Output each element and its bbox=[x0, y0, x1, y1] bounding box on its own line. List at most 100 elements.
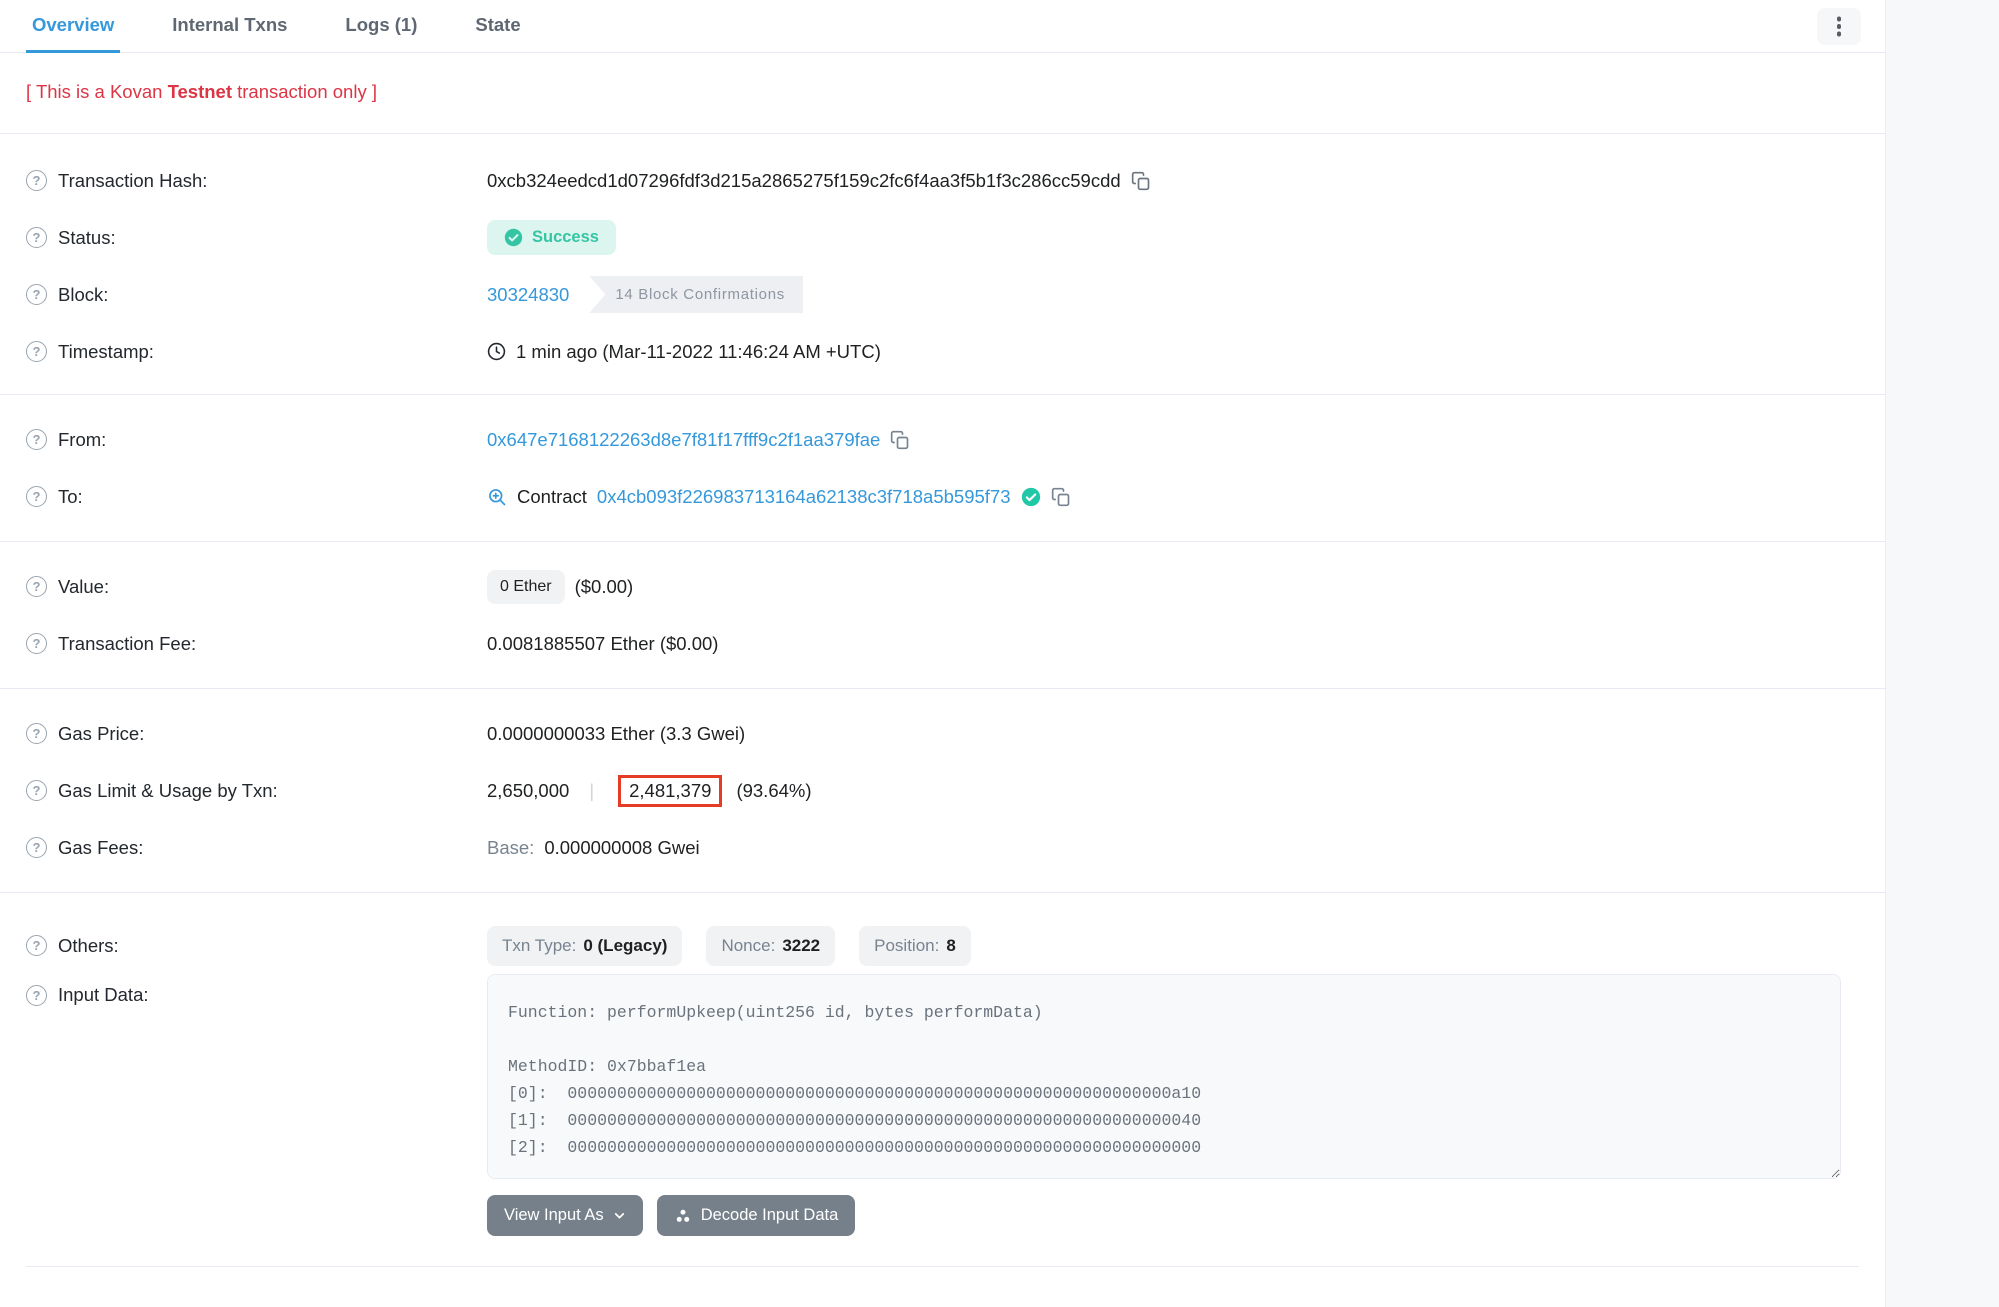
row-others: ? Others: Txn Type: 0 (Legacy) Nonce: 32… bbox=[26, 917, 1859, 974]
gas-limit-value: 2,650,000 bbox=[487, 780, 569, 802]
txn-type-key: Txn Type: bbox=[502, 936, 576, 956]
help-icon[interactable]: ? bbox=[26, 985, 47, 1006]
status-badge: Success bbox=[487, 220, 616, 255]
help-icon[interactable]: ? bbox=[26, 284, 47, 305]
ether-value-badge: 0 Ether bbox=[487, 570, 565, 604]
bottom-divider bbox=[26, 1266, 1859, 1267]
to-contract-word: Contract bbox=[517, 486, 587, 508]
tab-logs[interactable]: Logs (1) bbox=[339, 0, 423, 53]
position-badge: Position: 8 bbox=[859, 926, 971, 966]
check-circle-icon bbox=[504, 228, 523, 247]
copy-to-button[interactable] bbox=[1051, 487, 1071, 507]
gas-limit-label: Gas Limit & Usage by Txn: bbox=[58, 780, 278, 802]
copy-from-button[interactable] bbox=[890, 430, 910, 450]
transaction-hash-label: Transaction Hash: bbox=[58, 170, 207, 192]
testnet-notice: [ This is a Kovan Testnet transaction on… bbox=[0, 53, 1885, 134]
nonce-value: 3222 bbox=[782, 936, 820, 956]
status-value: Success bbox=[532, 228, 599, 247]
row-from: ? From: 0x647e7168122263d8e7f81f17fff9c2… bbox=[26, 411, 1859, 468]
help-icon[interactable]: ? bbox=[26, 486, 47, 507]
timestamp-value: 1 min ago (Mar-11-2022 11:46:24 AM +UTC) bbox=[516, 341, 881, 363]
row-transaction-hash: ? Transaction Hash: 0xcb324eedcd1d07296f… bbox=[26, 152, 1859, 209]
row-timestamp: ? Timestamp: 1 min ago (Mar-11-2022 11:4… bbox=[26, 323, 1859, 380]
txn-type-badge: Txn Type: 0 (Legacy) bbox=[487, 926, 682, 966]
help-icon[interactable]: ? bbox=[26, 576, 47, 597]
row-status: ? Status: Success bbox=[26, 209, 1859, 266]
help-icon[interactable]: ? bbox=[26, 429, 47, 450]
row-gas-fees: ? Gas Fees: Base: 0.000000008 Gwei bbox=[26, 819, 1859, 876]
row-block: ? Block: 30324830 14 Block Confirmations bbox=[26, 266, 1859, 323]
to-label: To: bbox=[58, 486, 83, 508]
timestamp-label: Timestamp: bbox=[58, 341, 154, 363]
from-address-link[interactable]: 0x647e7168122263d8e7f81f17fff9c2f1aa379f… bbox=[487, 429, 880, 451]
block-number-link[interactable]: 30324830 bbox=[487, 284, 569, 306]
decode-input-data-label: Decode Input Data bbox=[701, 1206, 839, 1225]
copy-hash-button[interactable] bbox=[1131, 171, 1151, 191]
gas-used-percent: (93.64%) bbox=[736, 780, 811, 802]
nonce-badge: Nonce: 3222 bbox=[706, 926, 835, 966]
section-summary: ? Transaction Hash: 0xcb324eedcd1d07296f… bbox=[0, 134, 1885, 395]
to-address-link[interactable]: 0x4cb093f226983713164a62138c3f718a5b595f… bbox=[597, 486, 1011, 508]
transaction-fee-label: Transaction Fee: bbox=[58, 633, 196, 655]
tab-bar: Overview Internal Txns Logs (1) State bbox=[0, 0, 1885, 53]
help-icon[interactable]: ? bbox=[26, 341, 47, 362]
more-options-button[interactable] bbox=[1817, 8, 1861, 45]
position-value: 8 bbox=[946, 936, 955, 956]
copy-icon bbox=[1131, 171, 1151, 191]
notice-text-bold: Testnet bbox=[168, 81, 232, 102]
others-label: Others: bbox=[58, 935, 119, 957]
gas-price-value: 0.0000000033 Ether (3.3 Gwei) bbox=[487, 723, 745, 745]
help-icon[interactable]: ? bbox=[26, 723, 47, 744]
tab-overview[interactable]: Overview bbox=[26, 0, 120, 53]
help-icon[interactable]: ? bbox=[26, 837, 47, 858]
tab-state[interactable]: State bbox=[469, 0, 526, 53]
decode-input-data-button[interactable]: Decode Input Data bbox=[657, 1195, 856, 1236]
value-label: Value: bbox=[58, 576, 109, 598]
txn-type-value: 0 (Legacy) bbox=[583, 936, 667, 956]
decode-icon bbox=[674, 1207, 692, 1225]
section-others-input: ? Others: Txn Type: 0 (Legacy) Nonce: 32… bbox=[0, 893, 1885, 1283]
chevron-down-icon bbox=[613, 1209, 626, 1222]
row-input-data: ? Input Data: Function: performUpkeep(ui… bbox=[26, 974, 1859, 1179]
input-data-textarea[interactable]: Function: performUpkeep(uint256 id, byte… bbox=[487, 974, 1841, 1179]
nonce-key: Nonce: bbox=[721, 936, 775, 956]
input-data-actions: View Input As Decode Input Data bbox=[487, 1195, 1859, 1236]
row-transaction-fee: ? Transaction Fee: 0.0081885507 Ether ($… bbox=[26, 615, 1859, 672]
row-gas-price: ? Gas Price: 0.0000000033 Ether (3.3 Gwe… bbox=[26, 705, 1859, 762]
transaction-hash-value: 0xcb324eedcd1d07296fdf3d215a2865275f159c… bbox=[487, 170, 1121, 192]
notice-text-suffix: transaction only ] bbox=[232, 81, 377, 102]
copy-icon bbox=[890, 430, 910, 450]
help-icon[interactable]: ? bbox=[26, 227, 47, 248]
status-label: Status: bbox=[58, 227, 116, 249]
position-key: Position: bbox=[874, 936, 939, 956]
help-icon[interactable]: ? bbox=[26, 633, 47, 654]
gas-fees-base-value: 0.000000008 Gwei bbox=[544, 837, 699, 859]
section-value: ? Value: 0 Ether ($0.00) ? Transaction F… bbox=[0, 542, 1885, 689]
input-data-label: Input Data: bbox=[58, 984, 149, 1006]
view-input-as-button[interactable]: View Input As bbox=[487, 1195, 643, 1236]
block-label: Block: bbox=[58, 284, 108, 306]
kebab-menu-icon bbox=[1837, 24, 1842, 29]
row-to: ? To: Contract 0x4cb093f226983713164a621… bbox=[26, 468, 1859, 525]
gas-fees-label: Gas Fees: bbox=[58, 837, 143, 859]
zoom-in-icon[interactable] bbox=[487, 487, 507, 507]
notice-text-prefix: [ This is a Kovan bbox=[26, 81, 168, 102]
help-icon[interactable]: ? bbox=[26, 935, 47, 956]
tab-internal-txns[interactable]: Internal Txns bbox=[166, 0, 293, 53]
transaction-fee-value: 0.0081885507 Ether ($0.00) bbox=[487, 633, 718, 655]
transaction-overview-card: Overview Internal Txns Logs (1) State [ … bbox=[0, 0, 1886, 1307]
section-parties: ? From: 0x647e7168122263d8e7f81f17fff9c2… bbox=[0, 395, 1885, 542]
row-value: ? Value: 0 Ether ($0.00) bbox=[26, 558, 1859, 615]
help-icon[interactable]: ? bbox=[26, 170, 47, 191]
view-input-as-label: View Input As bbox=[504, 1206, 604, 1225]
from-label: From: bbox=[58, 429, 106, 451]
help-icon[interactable]: ? bbox=[26, 780, 47, 801]
gas-used-annotation-box: 2,481,379 bbox=[618, 775, 722, 807]
clock-icon bbox=[487, 342, 506, 361]
copy-icon bbox=[1051, 487, 1071, 507]
section-gas: ? Gas Price: 0.0000000033 Ether (3.3 Gwe… bbox=[0, 689, 1885, 893]
gas-fees-base-label: Base: bbox=[487, 837, 534, 859]
value-usd: ($0.00) bbox=[575, 576, 634, 598]
gas-price-label: Gas Price: bbox=[58, 723, 144, 745]
gas-used-value: 2,481,379 bbox=[629, 780, 711, 801]
